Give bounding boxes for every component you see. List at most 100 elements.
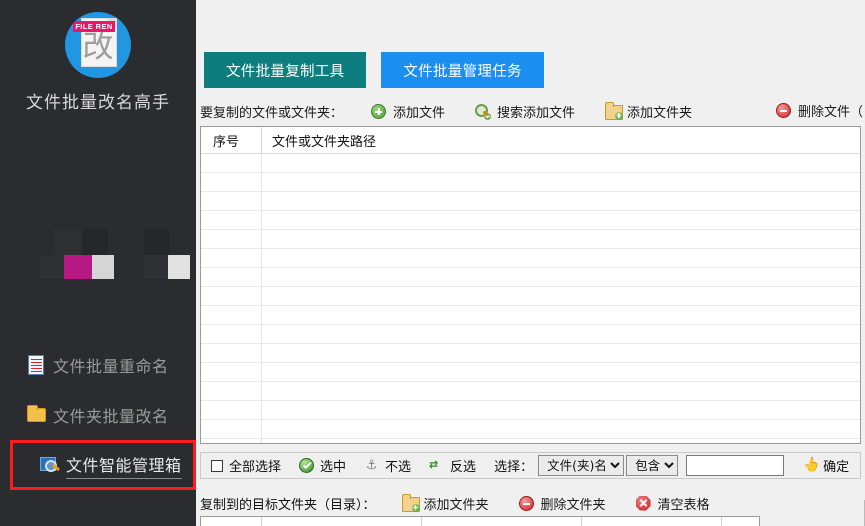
select-criteria-label: 选择： (494, 460, 534, 475)
clear-table-button[interactable]: 清空表格 (635, 494, 710, 513)
cell-path (262, 211, 860, 229)
select-all-label: 全部选择 (229, 460, 282, 475)
plus-circle-green-icon (371, 103, 387, 119)
clear-table-label: 清空表格 (657, 497, 710, 513)
cell-index (201, 249, 262, 267)
cell-index (201, 439, 262, 443)
table-row[interactable] (201, 325, 860, 344)
table-row[interactable] (201, 363, 860, 382)
add-folder-button[interactable]: 添加文件夹 (605, 101, 693, 121)
decorative-pixel-blocks (24, 229, 190, 279)
add-file-label: 添加文件 (393, 105, 446, 121)
search-add-file-button[interactable]: 搜索添加文件 (475, 102, 575, 121)
invert-selection-label: 反选 (450, 460, 477, 475)
sidebar: 改 FILE REN 文件批量改名高手 文件批量重命名 文件夹批量改名 文件智能… (0, 0, 196, 526)
table-row[interactable] (201, 439, 860, 443)
select-field-dropdown[interactable]: 文件(夹)名 (538, 455, 625, 476)
table-row[interactable] (201, 306, 860, 325)
main-content: 文件批量复制工具 文件批量管理任务 要复制的文件或文件夹： 添加文件 搜索添加文… (196, 0, 865, 526)
select-keyword-input[interactable] (686, 455, 785, 476)
add-target-folder-button[interactable]: 添加文件夹 (401, 493, 489, 513)
table-row[interactable] (201, 249, 860, 268)
cell-path (262, 268, 860, 286)
sidebar-item-label: 文件夹批量改名 (53, 407, 169, 426)
target-toolbar-label: 复制到的目标文件夹（目录）： (200, 497, 376, 513)
delete-target-folder-label: 删除文件夹 (540, 497, 606, 513)
sidebar-nav: 文件批量重命名 文件夹批量改名 文件智能管理箱 (0, 340, 196, 490)
minus-circle-red-icon (776, 103, 791, 118)
application-window: 改 FILE REN 文件批量改名高手 文件批量重命名 文件夹批量改名 文件智能… (0, 0, 865, 526)
magnifier-box-icon (39, 454, 61, 476)
add-target-folder-label: 添加文件夹 (423, 497, 489, 513)
folder-add-icon (401, 493, 420, 512)
cell-index (201, 173, 262, 191)
logo-banner: FILE REN (73, 21, 115, 32)
swap-arrows-icon: ⇄ (429, 458, 439, 471)
target-folder-table[interactable] (200, 516, 760, 526)
table-row[interactable] (201, 382, 860, 401)
sidebar-item-file-rename[interactable]: 文件批量重命名 (0, 340, 196, 390)
cell-index (201, 325, 262, 343)
source-toolbar-label: 要复制的文件或文件夹： (200, 105, 344, 121)
table-row[interactable] (201, 401, 860, 420)
cell-path (262, 420, 860, 438)
cell-index (201, 154, 262, 172)
table-row[interactable] (201, 287, 860, 306)
table-row[interactable] (201, 230, 860, 249)
cell-index (201, 268, 262, 286)
uncheck-label: 不选 (385, 460, 412, 475)
add-file-button[interactable]: 添加文件 (371, 102, 445, 121)
delete-target-folder-button[interactable]: 删除文件夹 (518, 494, 606, 513)
sidebar-item-smart-file-box[interactable]: 文件智能管理箱 (10, 440, 196, 490)
minus-circle-red-icon (518, 495, 534, 511)
cell-index (201, 287, 262, 305)
folder-icon (26, 404, 48, 426)
source-file-table[interactable]: 序号 文件或文件夹路径 (200, 126, 861, 444)
table-header-row: 序号 文件或文件夹路径 (201, 127, 860, 154)
app-branding: 改 FILE REN 文件批量改名高手 (0, 12, 196, 113)
cell-index (201, 420, 262, 438)
table-row[interactable] (201, 211, 860, 230)
cell-path (262, 249, 860, 267)
tab-batch-manage-task[interactable]: 文件批量管理任务 (381, 52, 544, 88)
sidebar-item-folder-rename[interactable]: 文件夹批量改名 (0, 390, 196, 440)
check-selected-button[interactable]: 选中 (299, 456, 346, 475)
cell-path (262, 287, 860, 305)
anchor-icon: ⚓ (366, 458, 377, 473)
cell-index (201, 230, 262, 248)
uncheck-button[interactable]: ⚓ 不选 (364, 456, 411, 475)
invert-selection-button[interactable]: ⇄ 反选 (429, 456, 477, 476)
cell-path (262, 230, 860, 248)
source-toolbar: 要复制的文件或文件夹： 添加文件 搜索添加文件 添加文件夹 删除文件（ (200, 100, 863, 122)
cell-index (201, 401, 262, 419)
add-folder-label: 添加文件夹 (627, 105, 693, 121)
delete-file-button[interactable]: 删除文件（ (776, 101, 863, 120)
cell-path (262, 382, 860, 400)
target-toolbar: 复制到的目标文件夹（目录）： 添加文件夹 删除文件夹 清空表格 (200, 492, 760, 514)
table-row[interactable] (201, 420, 860, 439)
column-header-path: 文件或文件夹路径 (272, 134, 377, 150)
table-row[interactable] (201, 344, 860, 363)
cell-index (201, 382, 262, 400)
table-row[interactable] (201, 268, 860, 287)
select-all-checkbox[interactable]: 全部选择 (211, 456, 281, 475)
table-row[interactable] (201, 192, 860, 211)
hand-pointer-icon: 👆 (802, 457, 820, 473)
table-row[interactable] (201, 173, 860, 192)
confirm-button[interactable]: 👆 确定 (802, 456, 850, 476)
check-circle-green-icon (299, 458, 315, 473)
confirm-label: 确定 (823, 460, 850, 475)
cell-path (262, 363, 860, 381)
folder-add-icon (605, 101, 624, 120)
table-body (201, 154, 860, 443)
cell-path (262, 173, 860, 191)
x-octagon-red-icon (635, 495, 651, 511)
cell-path (262, 439, 860, 443)
document-lines-icon (26, 354, 48, 376)
tab-batch-copy-tool[interactable]: 文件批量复制工具 (204, 52, 367, 88)
column-header-index: 序号 (201, 127, 262, 153)
selection-toolbar: 全部选择 选中 ⚓ 不选 ⇄ 反选 选择： 文件(夹)名 包含 👆 确定 (200, 452, 861, 479)
select-operator-dropdown[interactable]: 包含 (626, 455, 679, 476)
table-row[interactable] (201, 154, 860, 173)
cell-index (201, 363, 262, 381)
